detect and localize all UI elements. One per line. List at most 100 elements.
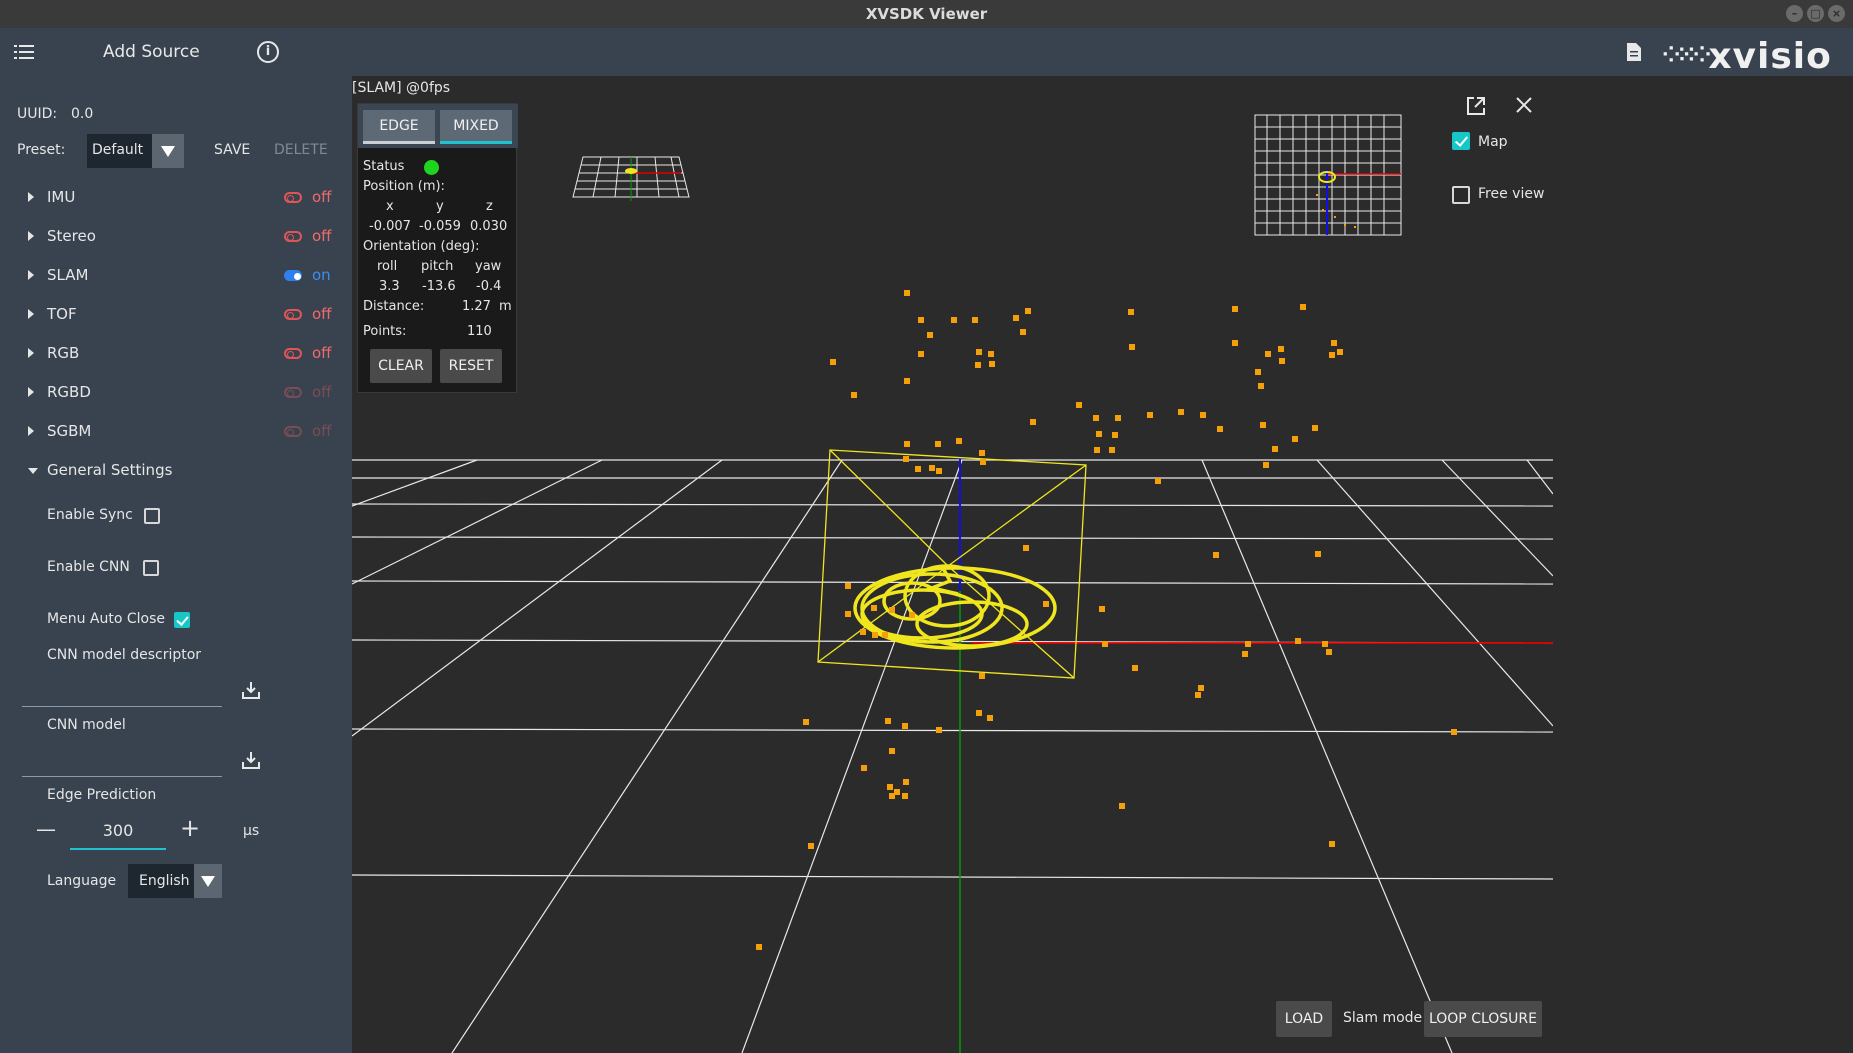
window-title: XVSDK Viewer — [865, 5, 988, 23]
menu-auto-close-label: Menu Auto Close — [47, 611, 165, 627]
perspective-mini-map[interactable] — [571, 147, 691, 201]
chevron-right-icon — [28, 192, 34, 202]
sidebar-item-rgb[interactable]: RGB off — [28, 344, 338, 366]
sidebar-item-label: RGB — [47, 344, 80, 362]
orientation-label: Orientation (deg): — [363, 239, 480, 254]
edge-prediction-label: Edge Prediction — [47, 787, 157, 803]
free-view-checkbox[interactable] — [1452, 186, 1470, 204]
close-icon[interactable] — [1515, 96, 1533, 114]
slam-toggle[interactable] — [284, 270, 302, 281]
loop-closure-button[interactable]: LOOP CLOSURE — [1424, 1001, 1542, 1037]
save-button[interactable]: SAVE — [214, 142, 250, 158]
sgbm-state: off — [312, 422, 332, 440]
preset-dropdown-button[interactable] — [152, 134, 184, 168]
stereo-toggle[interactable] — [284, 231, 302, 242]
orient-value-roll: 3.3 — [379, 279, 400, 294]
chevron-down-icon — [28, 468, 38, 474]
edge-prediction-input[interactable]: 300 — [70, 816, 166, 850]
sidebar-item-imu[interactable]: IMU off — [28, 188, 338, 210]
cnn-model-field[interactable] — [22, 776, 222, 777]
decrement-button[interactable]: — — [36, 817, 56, 841]
increment-button[interactable]: + — [180, 814, 200, 842]
download-icon[interactable] — [242, 751, 260, 769]
sidebar-item-label: TOF — [47, 305, 77, 323]
viewport-title: [SLAM] @0fps — [352, 80, 451, 96]
distance-label: Distance: — [363, 299, 425, 314]
minimize-icon[interactable]: – — [1786, 5, 1803, 22]
sidebar-item-general-settings[interactable]: General Settings — [28, 461, 338, 483]
language-dropdown-button[interactable] — [194, 864, 222, 898]
position-label: Position (m): — [363, 179, 445, 194]
rgb-toggle[interactable] — [284, 348, 302, 359]
rgbd-state: off — [312, 383, 332, 401]
document-icon[interactable] — [1626, 42, 1642, 62]
pos-value-x: -0.007 — [369, 219, 411, 234]
chevron-right-icon — [28, 231, 34, 241]
list-menu-icon[interactable] — [14, 43, 34, 61]
sidebar-item-sgbm[interactable]: SGBM off — [28, 422, 338, 444]
orient-header-yaw: yaw — [475, 259, 502, 274]
enable-sync-label: Enable Sync — [47, 507, 133, 523]
sgbm-toggle[interactable] — [284, 426, 302, 437]
toolbar: Add Source i ⁘⁙⁘xvisio — [0, 28, 1853, 77]
top-down-mini-map[interactable] — [1254, 114, 1402, 236]
chevron-right-icon — [28, 348, 34, 358]
orient-value-pitch: -13.6 — [422, 279, 456, 294]
orient-header-roll: roll — [377, 259, 398, 274]
sidebar-item-rgbd[interactable]: RGBD off — [28, 383, 338, 405]
preset-value: Default — [92, 142, 144, 158]
language-label: Language — [47, 873, 117, 889]
open-external-icon[interactable] — [1466, 96, 1486, 116]
load-button[interactable]: LOAD — [1276, 1001, 1332, 1037]
rgbd-toggle[interactable] — [284, 387, 302, 398]
maximize-icon[interactable]: □ — [1807, 5, 1824, 22]
orient-value-yaw: -0.4 — [476, 279, 502, 294]
rgb-state: off — [312, 344, 332, 362]
imu-toggle[interactable] — [284, 192, 302, 203]
enable-cnn-label: Enable CNN — [47, 559, 130, 575]
uuid-label: UUID: — [17, 106, 58, 122]
pos-header-y: y — [436, 199, 444, 214]
language-value: English — [139, 873, 190, 889]
sidebar-item-stereo[interactable]: Stereo off — [28, 227, 338, 249]
menu-auto-close-checkbox[interactable] — [174, 612, 190, 628]
pos-header-x: x — [386, 199, 394, 214]
points-value: 110 — [467, 324, 492, 339]
status-label: Status — [363, 159, 405, 174]
tab-edge[interactable]: EDGE — [363, 110, 435, 144]
sidebar-item-label: IMU — [47, 188, 76, 206]
sidebar-item-slam[interactable]: SLAM on — [28, 266, 338, 288]
stereo-state: off — [312, 227, 332, 245]
download-icon[interactable] — [242, 681, 260, 699]
sidebar-item-tof[interactable]: TOF off — [28, 305, 338, 327]
map-checkbox[interactable] — [1452, 132, 1470, 150]
window-titlebar: XVSDK Viewer – □ × — [0, 0, 1853, 28]
delete-button[interactable]: DELETE — [274, 142, 328, 158]
points-label: Points: — [363, 324, 407, 339]
chevron-right-icon — [28, 426, 34, 436]
slam-mode-label: Slam mode — [1343, 1010, 1423, 1026]
sidebar-item-label: SGBM — [47, 422, 92, 440]
sidebar: UUID: 0.0 Preset: Default SAVE DELETE IM… — [0, 76, 352, 1053]
chevron-right-icon — [28, 309, 34, 319]
chevron-down-icon — [161, 146, 175, 157]
tof-toggle[interactable] — [284, 309, 302, 320]
cnn-descriptor-field[interactable] — [22, 706, 222, 707]
language-select[interactable]: English — [128, 864, 194, 898]
tab-mixed[interactable]: MIXED — [440, 110, 512, 144]
xvisio-logo: ⁘⁙⁘xvisio — [1662, 36, 1832, 77]
pos-value-z: 0.030 — [470, 219, 508, 234]
add-source-button[interactable]: Add Source — [103, 42, 200, 62]
close-window-icon[interactable]: × — [1828, 5, 1845, 22]
sidebar-item-label: Stereo — [47, 227, 96, 245]
cnn-model-label: CNN model — [47, 717, 126, 733]
enable-cnn-checkbox[interactable] — [143, 560, 159, 576]
mode-tabs: EDGE MIXED — [358, 104, 518, 148]
sidebar-item-label: General Settings — [47, 461, 173, 479]
reset-button[interactable]: RESET — [440, 349, 502, 383]
sidebar-item-label: RGBD — [47, 383, 91, 401]
enable-sync-checkbox[interactable] — [144, 508, 160, 524]
clear-button[interactable]: CLEAR — [370, 349, 432, 383]
info-icon[interactable]: i — [257, 41, 279, 63]
pos-value-y: -0.059 — [419, 219, 461, 234]
